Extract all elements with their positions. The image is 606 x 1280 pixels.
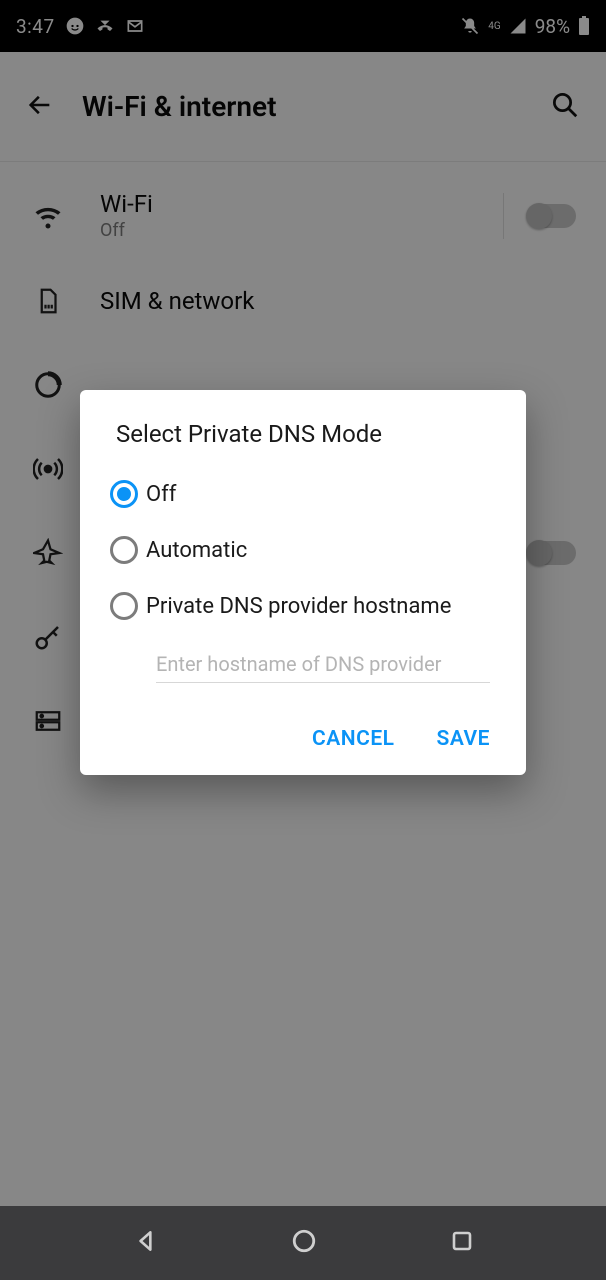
dialog-actions: CANCEL SAVE (80, 683, 526, 761)
navigation-bar (0, 1206, 606, 1280)
save-button[interactable]: SAVE (437, 727, 490, 751)
screen: 3:47 4G 98% (0, 0, 606, 1280)
dialog-title: Select Private DNS Mode (80, 420, 526, 466)
option-provider-label: Private DNS provider hostname (146, 594, 451, 619)
radio-automatic[interactable] (110, 536, 138, 564)
radio-provider[interactable] (110, 592, 138, 620)
nav-recent-icon[interactable] (450, 1229, 474, 1257)
option-automatic-label: Automatic (146, 538, 247, 563)
nav-back-icon[interactable] (133, 1228, 159, 1258)
option-automatic[interactable]: Automatic (80, 522, 526, 578)
nav-home-icon[interactable] (291, 1228, 317, 1258)
radio-off[interactable] (110, 480, 138, 508)
option-off-label: Off (146, 482, 176, 507)
hostname-input[interactable]: Enter hostname of DNS provider (156, 652, 490, 683)
option-off[interactable]: Off (80, 466, 526, 522)
option-provider[interactable]: Private DNS provider hostname (80, 578, 526, 634)
private-dns-dialog: Select Private DNS Mode Off Automatic Pr… (80, 390, 526, 775)
cancel-button[interactable]: CANCEL (312, 727, 395, 751)
